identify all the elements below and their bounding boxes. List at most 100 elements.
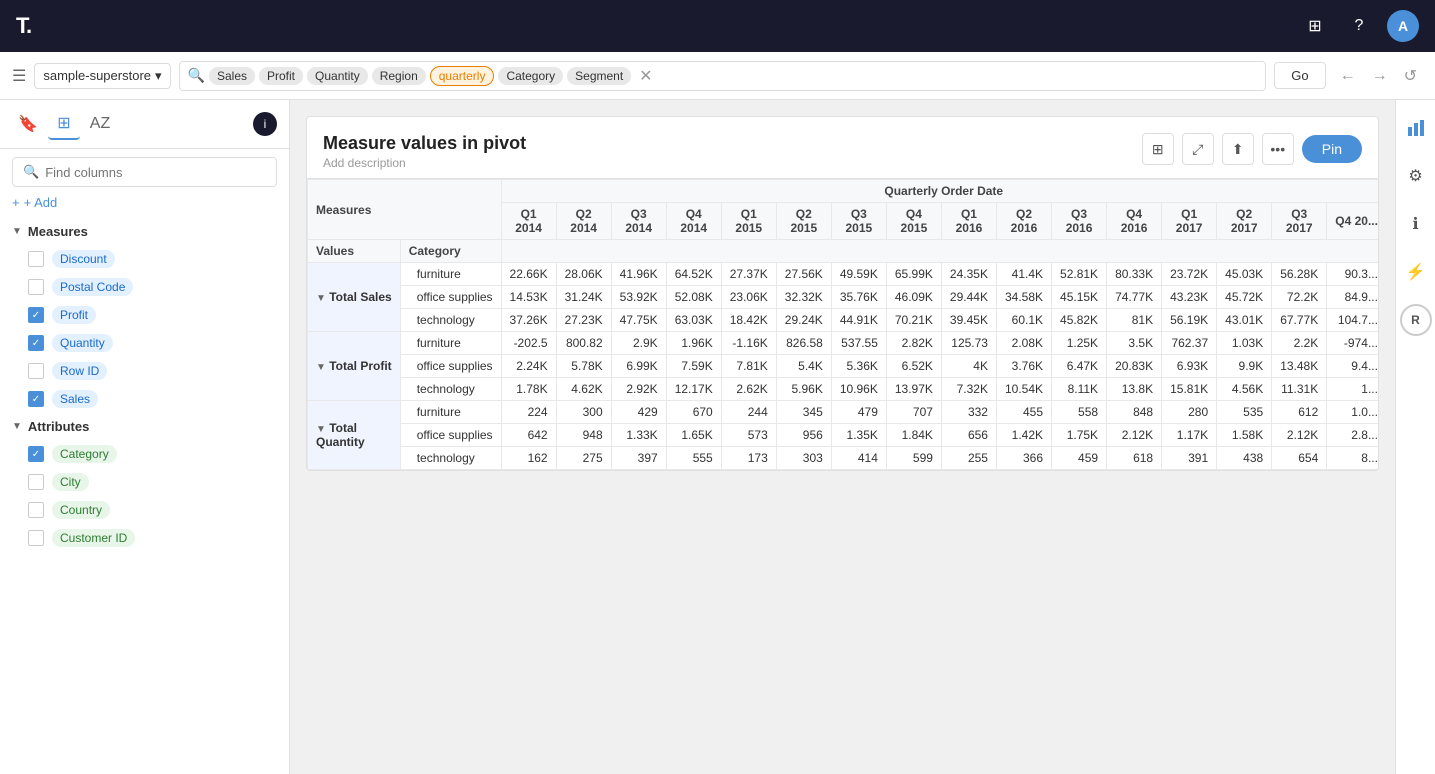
cell: 280	[1162, 401, 1217, 424]
cell: 224	[501, 401, 556, 424]
expand-button[interactable]: ⤢	[1182, 133, 1214, 165]
tag-profit[interactable]: Profit	[259, 67, 303, 85]
table-row: technology 37.26K27.23K47.75K63.03K 18.4…	[308, 309, 1379, 332]
table-view-button[interactable]: ⊞	[1142, 133, 1174, 165]
customer-id-checkbox[interactable]	[28, 530, 44, 546]
help-icon[interactable]: ?	[1343, 10, 1375, 42]
find-columns-icon: 🔍	[23, 164, 39, 180]
cell: 4K	[941, 355, 996, 378]
cell: 27.56K	[776, 263, 831, 286]
office-sales-category: office supplies	[400, 286, 501, 309]
cell: 6.93K	[1162, 355, 1217, 378]
discount-checkbox[interactable]	[28, 251, 44, 267]
tag-region[interactable]: Region	[372, 67, 426, 85]
refresh-button[interactable]: ↺	[1398, 62, 1423, 90]
tab-bookmark[interactable]: 🔖	[12, 108, 44, 140]
card-subtitle[interactable]: Add description	[323, 156, 1142, 170]
cell: 1.58K	[1217, 424, 1272, 447]
furniture-qty-category: furniture	[400, 401, 501, 424]
tag-segment[interactable]: Segment	[567, 67, 631, 85]
pivot-table[interactable]: Measures Quarterly Order Date Q12014 Q22…	[307, 179, 1378, 470]
cell: 1.17K	[1162, 424, 1217, 447]
lightning-icon[interactable]: ⚡	[1400, 256, 1432, 288]
quantity-tag: Quantity	[52, 334, 113, 352]
tech-qty-category: technology	[400, 447, 501, 470]
expand-quantity-icon[interactable]: ▼	[316, 424, 326, 435]
column-quantity[interactable]: ✓ Quantity	[4, 329, 285, 357]
expand-sales-icon[interactable]: ▼	[316, 293, 326, 304]
cell: 6.47K	[1052, 355, 1107, 378]
cell: 18.42K	[721, 309, 776, 332]
tab-grid[interactable]: ⊞	[48, 108, 80, 140]
cell: 555	[666, 447, 721, 470]
bar-chart-icon[interactable]	[1400, 112, 1432, 144]
category-checkbox[interactable]: ✓	[28, 446, 44, 462]
cell: 44.91K	[831, 309, 886, 332]
add-button[interactable]: + + Add	[12, 195, 277, 210]
info-icon[interactable]: ℹ	[1400, 208, 1432, 240]
tab-az[interactable]: AZ	[84, 108, 116, 140]
tag-sales[interactable]: Sales	[209, 67, 255, 85]
column-row-id[interactable]: Row ID	[4, 357, 285, 385]
expand-profit-icon[interactable]: ▼	[316, 362, 326, 373]
measures-section-header[interactable]: ▼ Measures	[4, 218, 285, 245]
cell: 5.96K	[776, 378, 831, 401]
row-id-checkbox[interactable]	[28, 363, 44, 379]
pin-button[interactable]: Pin	[1302, 135, 1362, 163]
postal-code-checkbox[interactable]	[28, 279, 44, 295]
column-discount[interactable]: Discount	[4, 245, 285, 273]
card-header: Measure values in pivot Add description …	[307, 117, 1378, 179]
cell: 3.76K	[996, 355, 1051, 378]
cell: 948	[556, 424, 611, 447]
go-button[interactable]: Go	[1274, 62, 1325, 89]
column-postal-code[interactable]: Postal Code	[4, 273, 285, 301]
cell: 670	[666, 401, 721, 424]
avatar[interactable]: A	[1387, 10, 1419, 42]
cell: 41.4K	[996, 263, 1051, 286]
column-customer-id[interactable]: Customer ID	[4, 524, 285, 552]
cell: 23.72K	[1162, 263, 1217, 286]
grid-icon[interactable]: ⊞	[1299, 10, 1331, 42]
city-checkbox[interactable]	[28, 474, 44, 490]
profit-checkbox[interactable]: ✓	[28, 307, 44, 323]
more-options-button[interactable]: •••	[1262, 133, 1294, 165]
back-button[interactable]: ←	[1334, 62, 1362, 90]
datasource-selector[interactable]: sample-superstore ▾	[34, 63, 170, 89]
attributes-section-header[interactable]: ▼ Attributes	[4, 413, 285, 440]
measures-header: Measures	[308, 180, 502, 240]
find-columns-input[interactable]	[45, 165, 266, 180]
cell: 1.33K	[611, 424, 666, 447]
cell: -202.5	[501, 332, 556, 355]
q3-2014-header: Q32014	[611, 203, 666, 240]
tag-quantity[interactable]: Quantity	[307, 67, 368, 85]
content-area: Measure values in pivot Add description …	[290, 100, 1395, 774]
total-profit-label: ▼ Total Profit	[308, 332, 401, 401]
country-checkbox[interactable]	[28, 502, 44, 518]
r-circle-icon[interactable]: R	[1400, 304, 1432, 336]
cell: 173	[721, 447, 776, 470]
gear-icon[interactable]: ⚙	[1400, 160, 1432, 192]
tag-category[interactable]: Category	[498, 67, 563, 85]
forward-button[interactable]: →	[1366, 62, 1394, 90]
cell: 3.5K	[1107, 332, 1162, 355]
menu-icon[interactable]: ☰	[12, 66, 26, 86]
cell: 5.78K	[556, 355, 611, 378]
column-city[interactable]: City	[4, 468, 285, 496]
share-button[interactable]: ⬆	[1222, 133, 1254, 165]
pivot-card: Measure values in pivot Add description …	[306, 116, 1379, 471]
column-sales[interactable]: ✓ Sales	[4, 385, 285, 413]
quantity-checkbox[interactable]: ✓	[28, 335, 44, 351]
columns-list: ▼ Measures Discount Postal Code ✓ Profit…	[0, 218, 289, 774]
cell: 707	[886, 401, 941, 424]
cell: 642	[501, 424, 556, 447]
cell: 45.82K	[1052, 309, 1107, 332]
table-row: office supplies 2.24K5.78K6.99K7.59K 7.8…	[308, 355, 1379, 378]
sales-checkbox[interactable]: ✓	[28, 391, 44, 407]
column-profit[interactable]: ✓ Profit	[4, 301, 285, 329]
column-category[interactable]: ✓ Category	[4, 440, 285, 468]
cell: 303	[776, 447, 831, 470]
tag-quarterly[interactable]: quarterly	[430, 66, 495, 86]
column-country[interactable]: Country	[4, 496, 285, 524]
panel-info-button[interactable]: i	[253, 112, 277, 136]
search-clear-icon[interactable]: ✕	[639, 66, 652, 86]
